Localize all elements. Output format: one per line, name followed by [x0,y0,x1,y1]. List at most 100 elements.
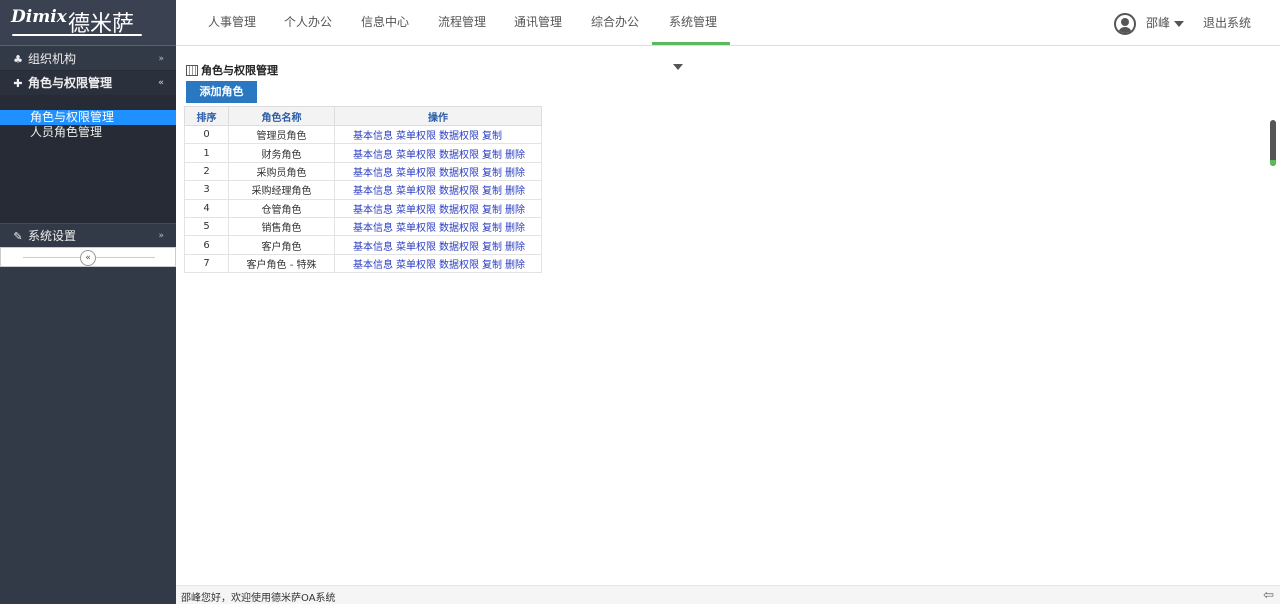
user-menu[interactable]: 邵峰 [1146,0,1185,46]
cell-order: 5 [184,216,229,237]
cell-role-name: 客户角色 [228,235,335,255]
data-permission-link[interactable]: 数据权限 [439,168,479,179]
sidebar-section-label: 组织机构 [28,52,77,66]
copy-link[interactable]: 复制 [482,205,502,216]
delete-link[interactable]: 删除 [505,150,525,161]
cell-role-name: 仓管角色 [228,198,335,218]
cell-operations: 基本信息 菜单权限 数据权限 复制 删除 [334,143,542,163]
cell-order: 1 [184,143,229,163]
logout-link[interactable]: 退出系统 [1203,0,1251,46]
sidebar-section-settings[interactable]: ✎ 系统设置 » [0,223,176,247]
cell-role-name: 管理员角色 [228,124,335,145]
table-header-row: 排序 角色名称 操作 [184,106,542,126]
delete-link[interactable]: 删除 [505,186,525,197]
cell-operations: 基本信息 菜单权限 数据权限 复制 删除 [334,216,542,237]
caret-down-icon [673,63,683,70]
nav-item-workflow[interactable]: 流程管理 [438,0,486,45]
copy-link[interactable]: 复制 [482,168,502,179]
basic-info-link[interactable]: 基本信息 [353,131,393,142]
nav-item-system[interactable]: 系统管理 [652,0,730,70]
table-row: 1 财务角色 基本信息 菜单权限 数据权限 复制 删除 [184,143,542,163]
sidebar-section-roles[interactable]: ✚ 角色与权限管理 « [0,71,176,95]
delete-link[interactable]: 删除 [505,168,525,179]
menu-permission-link[interactable]: 菜单权限 [396,150,436,161]
menu-permission-link[interactable]: 菜单权限 [396,131,436,142]
sidebar-item-user-role[interactable]: 人员角色管理 [0,125,176,140]
basic-info-link[interactable]: 基本信息 [353,186,393,197]
table-row: 5 销售角色 基本信息 菜单权限 数据权限 复制 删除 [184,216,542,237]
top-nav: 人事管理 个人办公 信息中心 流程管理 通讯管理 综合办公 系统管理 邵峰 退出… [176,0,1280,70]
data-permission-link[interactable]: 数据权限 [439,223,479,234]
nav-item-hr[interactable]: 人事管理 [208,0,256,45]
user-name: 邵峰 [1146,16,1171,30]
table-row: 7 客户角色 - 特殊 基本信息 菜单权限 数据权限 复制 删除 [184,253,542,274]
copy-link[interactable]: 复制 [482,242,502,253]
copy-link[interactable]: 复制 [482,260,502,271]
basic-info-link[interactable]: 基本信息 [353,260,393,271]
cell-order: 7 [184,253,229,274]
copy-link[interactable]: 复制 [482,131,502,142]
caret-down-icon [1174,20,1185,27]
column-header-ops: 操作 [334,106,542,126]
collapse-sidebar-icon[interactable]: « [80,250,96,266]
nav-item-personal[interactable]: 个人办公 [284,0,332,45]
basic-info-link[interactable]: 基本信息 [353,242,393,253]
menu-permission-link[interactable]: 菜单权限 [396,223,436,234]
cell-order: 6 [184,235,229,255]
wrench-icon: ✎ [13,230,23,243]
data-permission-link[interactable]: 数据权限 [439,186,479,197]
nav-item-system-label: 系统管理 [669,15,718,29]
cell-operations: 基本信息 菜单权限 数据权限 复制 删除 [334,235,542,255]
logo-latin: Dimix [11,7,67,27]
cell-order: 3 [184,180,229,200]
table-row: 0 管理员角色 基本信息 菜单权限 数据权限 复制 [184,124,542,145]
sitemap-icon: ♣ [13,53,23,66]
nav-item-office[interactable]: 综合办公 [591,0,639,45]
sidebar-item-role-permission[interactable]: 角色与权限管理 [0,110,176,125]
user-avatar-icon[interactable] [1114,13,1136,35]
footer: 邵峰您好，欢迎使用德米萨OA系统 ⇦ [176,585,1280,604]
copy-link[interactable]: 复制 [482,150,502,161]
nav-item-info[interactable]: 信息中心 [361,0,409,45]
menu-permission-link[interactable]: 菜单权限 [396,205,436,216]
column-header-name: 角色名称 [228,106,335,126]
cell-role-name: 客户角色 - 特殊 [228,253,335,274]
table-row: 2 采购员角色 基本信息 菜单权限 数据权限 复制 删除 [184,161,542,182]
basic-info-link[interactable]: 基本信息 [353,168,393,179]
scrollbar-thumb[interactable] [1270,120,1276,166]
pin-icon: ✚ [13,77,23,90]
copy-link[interactable]: 复制 [482,223,502,234]
data-permission-link[interactable]: 数据权限 [439,150,479,161]
copy-link[interactable]: 复制 [482,186,502,197]
add-role-button[interactable]: 添加角色 [186,81,257,103]
cell-role-name: 财务角色 [228,143,335,163]
basic-info-link[interactable]: 基本信息 [353,223,393,234]
menu-permission-link[interactable]: 菜单权限 [396,260,436,271]
table-row: 3 采购经理角色 基本信息 菜单权限 数据权限 复制 删除 [184,180,542,200]
delete-link[interactable]: 删除 [505,223,525,234]
cell-order: 2 [184,161,229,182]
menu-permission-link[interactable]: 菜单权限 [396,168,436,179]
delete-link[interactable]: 删除 [505,260,525,271]
cell-operations: 基本信息 菜单权限 数据权限 复制 删除 [334,161,542,182]
column-header-order: 排序 [184,106,229,126]
exit-arrow-icon[interactable]: ⇦ [1263,588,1274,603]
basic-info-link[interactable]: 基本信息 [353,150,393,161]
data-permission-link[interactable]: 数据权限 [439,260,479,271]
basic-info-link[interactable]: 基本信息 [353,205,393,216]
delete-link[interactable]: 删除 [505,242,525,253]
nav-item-comm[interactable]: 通讯管理 [514,0,562,45]
page-title: 角色与权限管理 [186,64,278,78]
data-permission-link[interactable]: 数据权限 [439,131,479,142]
cell-role-name: 采购经理角色 [228,180,335,200]
cell-operations: 基本信息 菜单权限 数据权限 复制 删除 [334,253,542,274]
data-permission-link[interactable]: 数据权限 [439,242,479,253]
data-permission-link[interactable]: 数据权限 [439,205,479,216]
chevron-down-icon: » [158,231,164,241]
delete-link[interactable]: 删除 [505,205,525,216]
menu-permission-link[interactable]: 菜单权限 [396,186,436,197]
table-row: 4 仓管角色 基本信息 菜单权限 数据权限 复制 删除 [184,198,542,218]
sidebar-section-org[interactable]: ♣ 组织机构 » [0,47,176,71]
sidebar-section-label: 系统设置 [28,229,77,243]
menu-permission-link[interactable]: 菜单权限 [396,242,436,253]
